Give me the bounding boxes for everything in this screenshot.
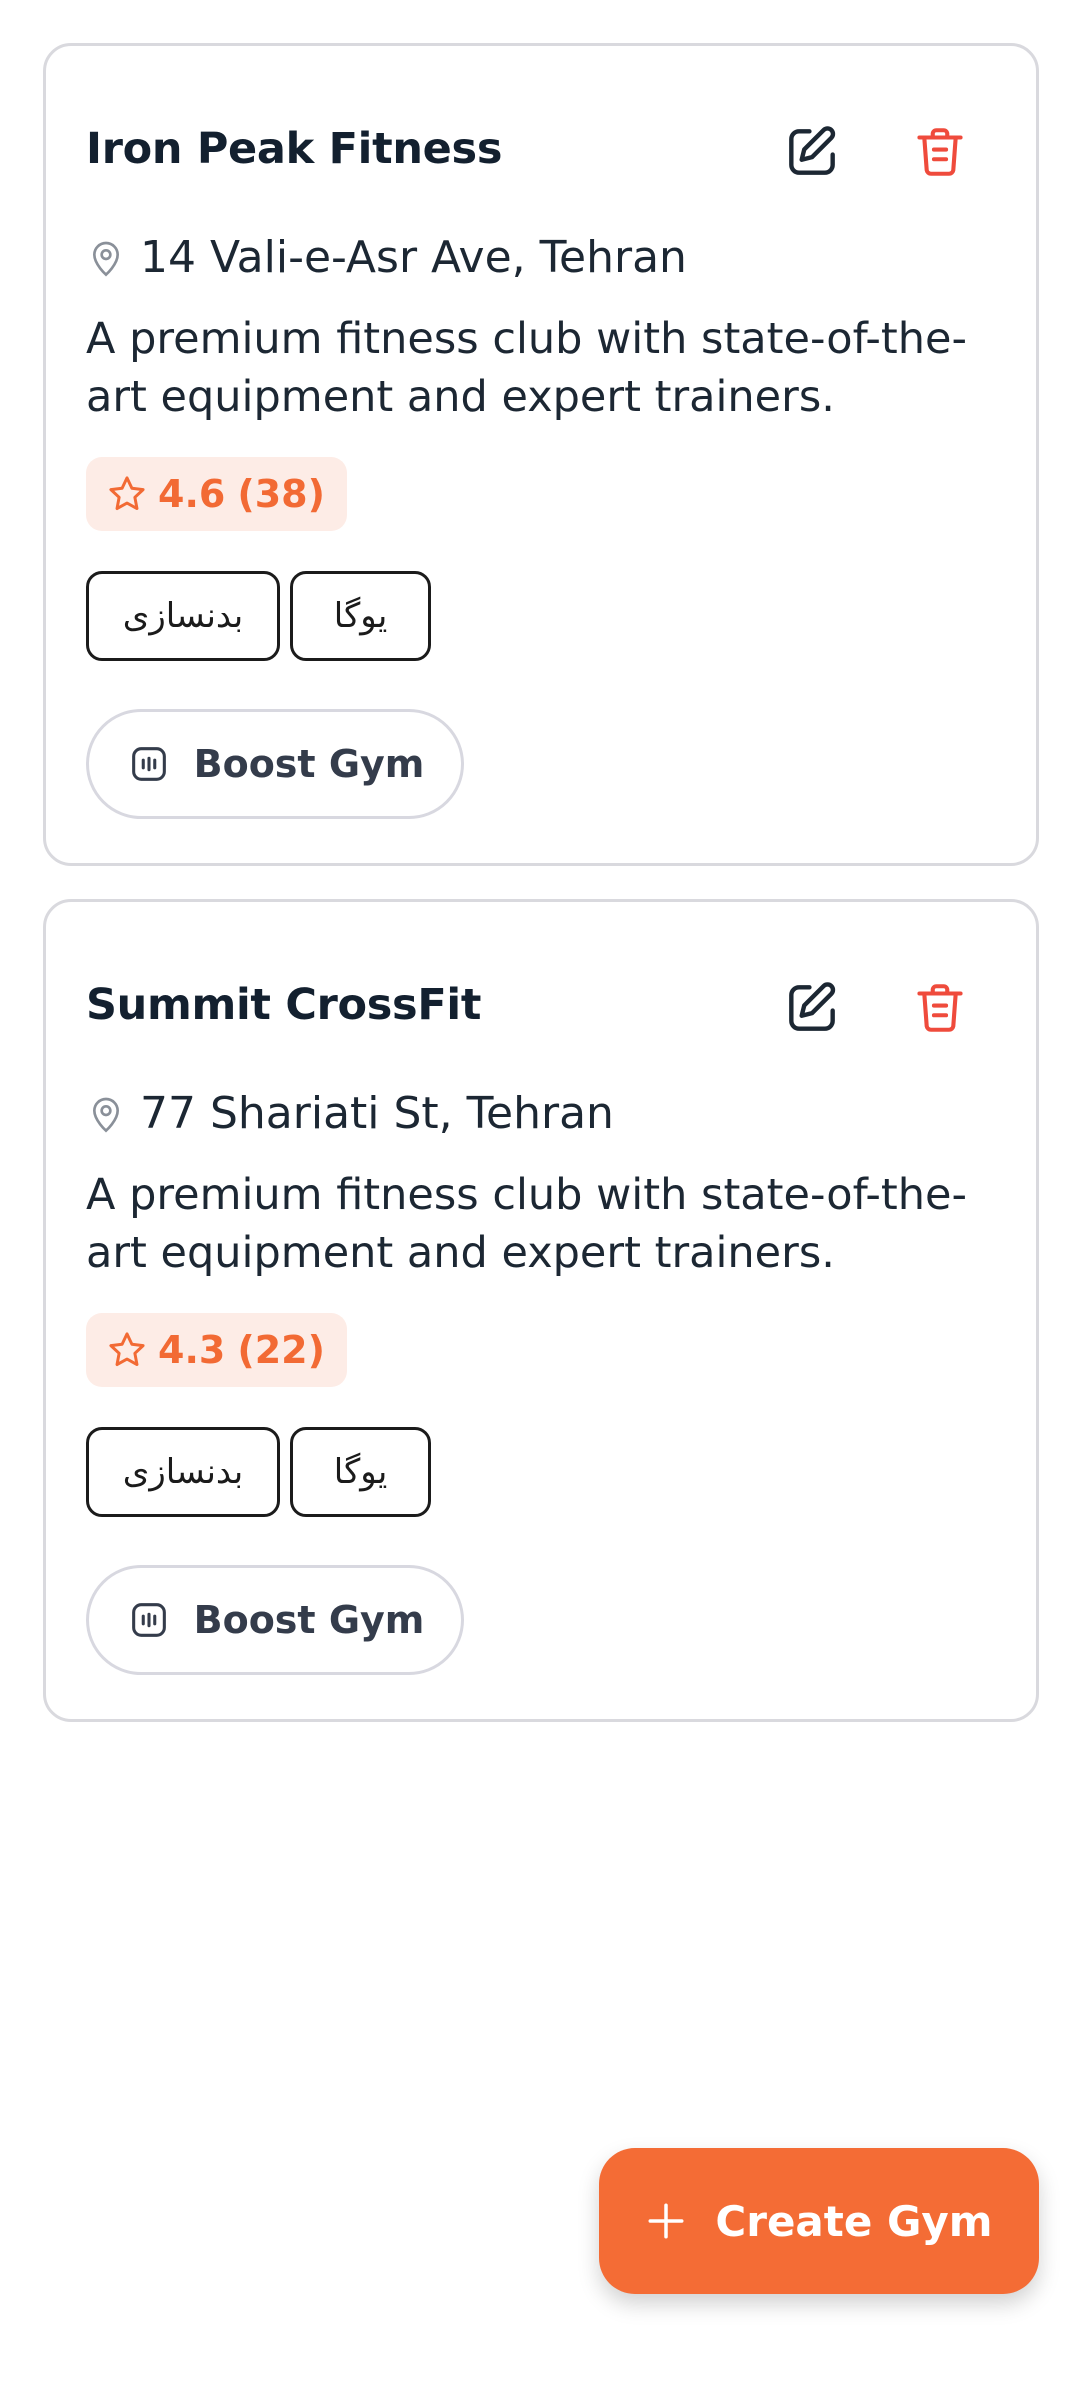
trash-icon (917, 984, 963, 1032)
rating-value: 4.6 (158, 472, 226, 516)
rating-badge: 4.3 (22) (86, 1313, 347, 1387)
delete-button[interactable] (904, 116, 976, 188)
gym-address: 77 Shariati St, Tehran (86, 1088, 614, 1139)
create-gym-label: Create Gym (715, 2196, 993, 2246)
trash-icon (917, 128, 963, 176)
create-gym-button[interactable]: Create Gym (599, 2148, 1039, 2294)
gym-name: Iron Peak Fitness (86, 124, 503, 174)
gym-list-page: Iron Peak Fitness 14 Vali-e-Asr Ave, Teh… (0, 0, 1080, 2400)
gym-description: A premium fitness club with state-of-the… (86, 1170, 967, 1278)
plus-icon (645, 2200, 687, 2242)
review-count: (38) (237, 472, 325, 516)
boost-label: Boost Gym (193, 1598, 425, 1642)
gym-card: Summit CrossFit 77 Shariati St, Tehran A… (43, 899, 1039, 1722)
boost-icon (126, 1597, 172, 1643)
gym-card: Iron Peak Fitness 14 Vali-e-Asr Ave, Teh… (43, 43, 1039, 866)
tag-chip[interactable]: بدنسازی (86, 1427, 280, 1517)
tag-chip[interactable]: بدنسازی (86, 571, 280, 661)
review-count: (22) (237, 1328, 325, 1372)
star-icon (106, 1329, 148, 1371)
boost-label: Boost Gym (193, 742, 425, 786)
address-text: 77 Shariati St, Tehran (140, 1088, 614, 1139)
edit-button[interactable] (776, 972, 848, 1044)
map-pin-icon (86, 1094, 126, 1134)
edit-icon (789, 126, 836, 175)
gym-name: Summit CrossFit (86, 980, 482, 1030)
boost-icon (126, 741, 172, 787)
gym-description: A premium fitness club with state-of-the… (86, 314, 967, 422)
gym-address: 14 Vali-e-Asr Ave, Tehran (86, 232, 687, 283)
boost-gym-button[interactable]: Boost Gym (86, 1565, 464, 1675)
edit-icon (789, 982, 836, 1031)
rating-badge: 4.6 (38) (86, 457, 347, 531)
address-text: 14 Vali-e-Asr Ave, Tehran (140, 232, 687, 283)
map-pin-icon (86, 238, 126, 278)
boost-gym-button[interactable]: Boost Gym (86, 709, 464, 819)
tag-chip[interactable]: یوگا (290, 1427, 431, 1517)
edit-button[interactable] (776, 116, 848, 188)
rating-value: 4.3 (158, 1328, 226, 1372)
star-icon (106, 473, 148, 515)
tag-chip[interactable]: یوگا (290, 571, 431, 661)
delete-button[interactable] (904, 972, 976, 1044)
